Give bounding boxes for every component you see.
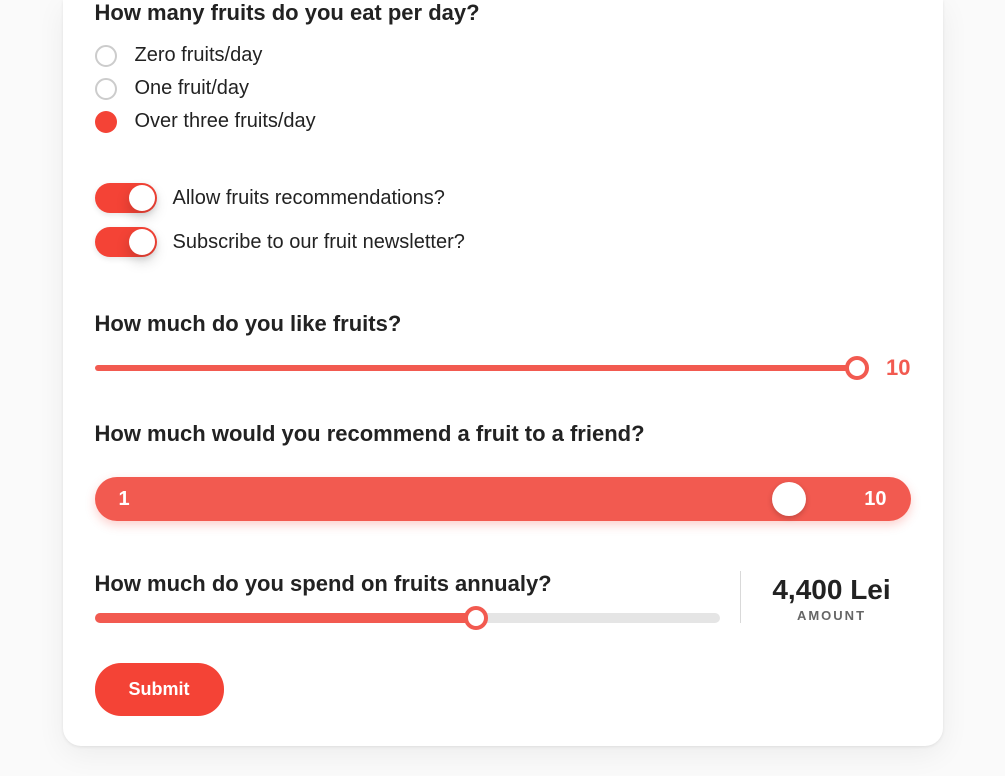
- survey-card: How many fruits do you eat per day? Zero…: [63, 0, 943, 746]
- radio-label: One fruit/day: [135, 77, 250, 100]
- amount-box: 4,400 Lei AMOUNT: [761, 574, 911, 623]
- toggle-knob: [129, 185, 155, 211]
- amount-label: AMOUNT: [761, 608, 903, 623]
- submit-button[interactable]: Submit: [95, 663, 224, 716]
- slider-like-fruits[interactable]: [95, 365, 857, 371]
- radio-icon-checked: [95, 111, 117, 133]
- slider-min-label: 1: [119, 488, 130, 511]
- radio-label: Over three fruits/day: [135, 110, 316, 133]
- question-recommend-fruit: How much would you recommend a fruit to …: [95, 421, 911, 447]
- toggle-newsletter[interactable]: [95, 227, 157, 257]
- slider-spend-block: How much do you spend on fruits annualy?…: [95, 571, 911, 623]
- radio-label: Zero fruits/day: [135, 44, 263, 67]
- radio-option-zero[interactable]: Zero fruits/day: [95, 44, 911, 67]
- radio-option-over-three[interactable]: Over three fruits/day: [95, 110, 911, 133]
- question-like-fruits: How much do you like fruits?: [95, 311, 911, 337]
- toggle-knob: [129, 229, 155, 255]
- radio-icon: [95, 78, 117, 100]
- slider-thumb[interactable]: [845, 356, 869, 380]
- question-spend-annual: How much do you spend on fruits annualy?: [95, 571, 720, 597]
- slider-like-fruits-wrap: 10: [95, 355, 911, 381]
- slider-spend-annual[interactable]: [95, 613, 720, 623]
- toggle-row-recommendations: Allow fruits recommendations?: [95, 183, 911, 213]
- radio-icon: [95, 45, 117, 67]
- amount-value: 4,400 Lei: [761, 574, 903, 606]
- question-fruits-per-day: How many fruits do you eat per day?: [95, 0, 911, 26]
- slider-fill: [95, 613, 476, 623]
- slider-thumb[interactable]: [464, 606, 488, 630]
- slider-recommend-fruit[interactable]: 1 10: [95, 477, 911, 521]
- toggle-label: Subscribe to our fruit newsletter?: [173, 231, 465, 254]
- divider: [740, 571, 741, 623]
- slider-max-label: 10: [864, 488, 886, 511]
- toggle-label: Allow fruits recommendations?: [173, 187, 445, 210]
- slider-like-fruits-value: 10: [875, 355, 911, 381]
- radio-option-one[interactable]: One fruit/day: [95, 77, 911, 100]
- toggle-recommendations[interactable]: [95, 183, 157, 213]
- radio-group-fruits: Zero fruits/day One fruit/day Over three…: [95, 44, 911, 133]
- toggle-row-newsletter: Subscribe to our fruit newsletter?: [95, 227, 911, 257]
- slider-thumb[interactable]: [772, 482, 806, 516]
